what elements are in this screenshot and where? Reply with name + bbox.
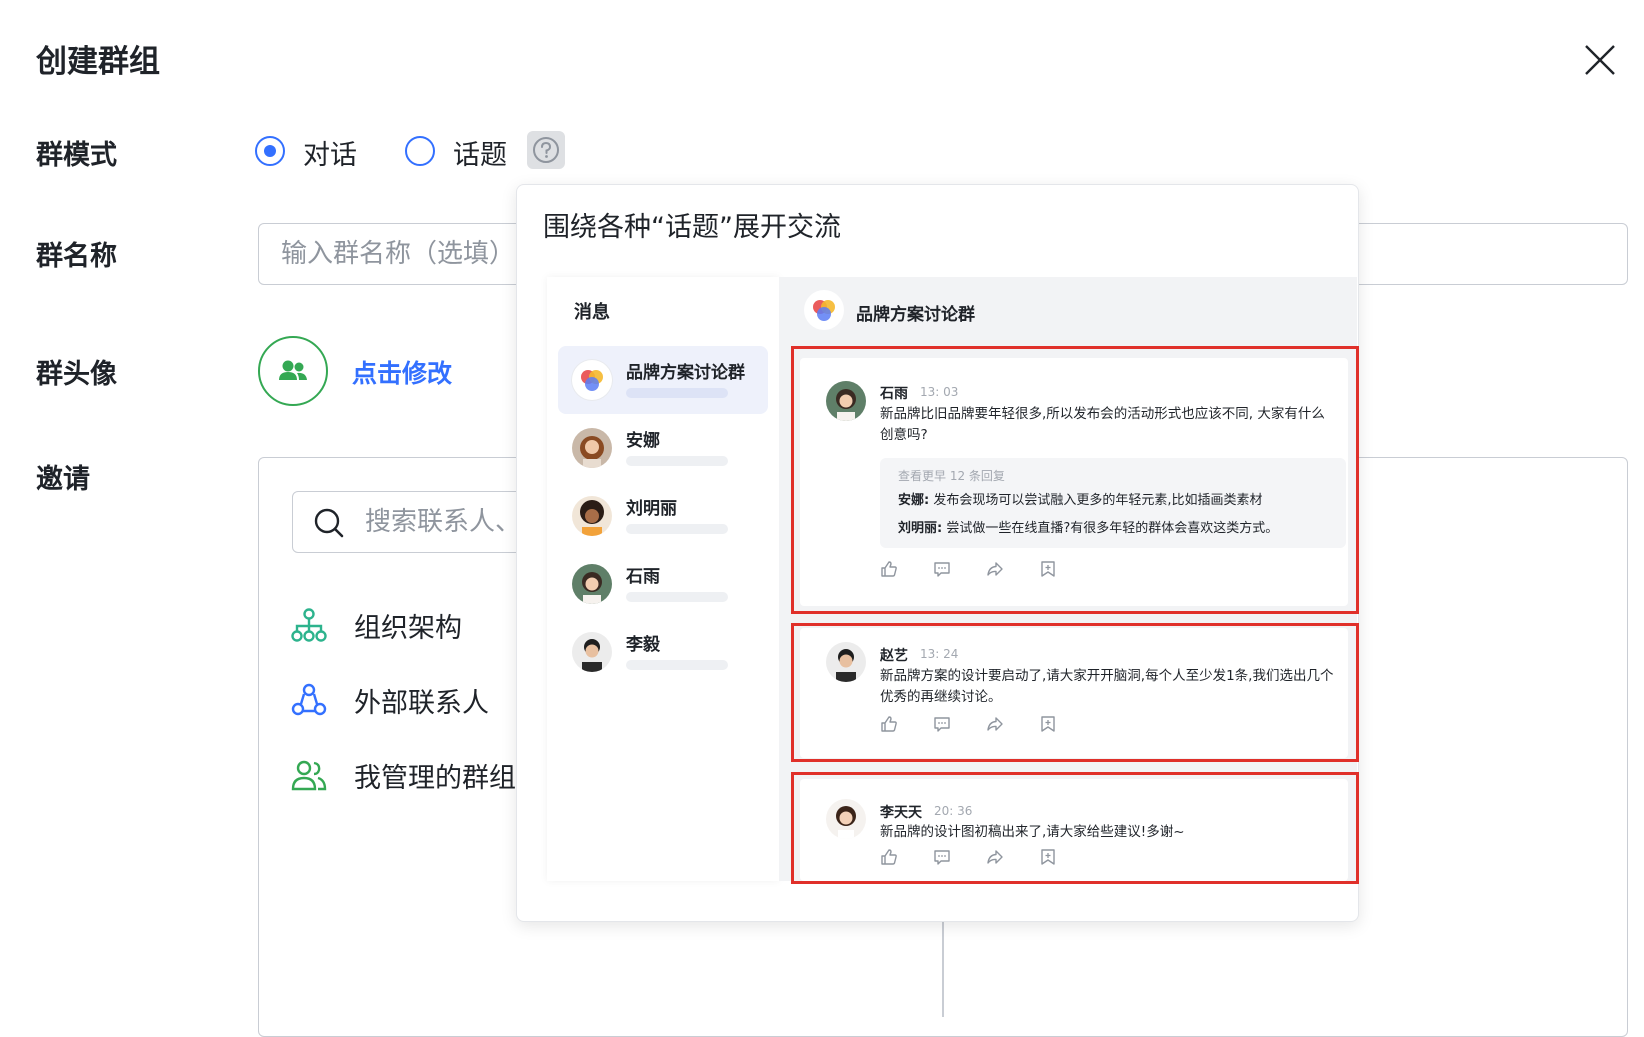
change-avatar-link[interactable]: 点击修改 (352, 354, 452, 390)
category-org-chart[interactable]: 组织架构 (290, 600, 462, 650)
category-external-contacts-label: 外部联系人 (354, 687, 489, 719)
avatar (572, 496, 612, 536)
group-name-label: 群名称 (36, 241, 117, 272)
category-org-chart-label: 组织架构 (354, 612, 462, 644)
tooltip-title: 围绕各种“话题”展开交流 (543, 212, 841, 243)
org-chart-icon (291, 608, 327, 642)
avatar (572, 428, 612, 468)
external-contacts-icon (291, 683, 327, 716)
preview-conversation: 安娜 (558, 414, 768, 482)
radio-topic-mode-label[interactable]: 话题 (453, 133, 507, 172)
group-users-icon (279, 360, 307, 380)
preview-conversation: 刘明丽 (558, 482, 768, 550)
group-avatar-label: 群头像 (36, 359, 117, 390)
category-managed-groups[interactable]: 我管理的群组 (290, 750, 516, 800)
preview-conversation-name: 李毅 (626, 635, 660, 655)
preview-conversation: 李毅 (558, 618, 768, 686)
preview-sidebar-title: 消息 (574, 302, 610, 323)
group-mode-label: 群模式 (36, 140, 117, 171)
highlight-frame (791, 346, 1359, 614)
highlight-frame (791, 623, 1359, 762)
group-avatar[interactable] (258, 336, 328, 406)
radio-topic-mode[interactable] (405, 136, 435, 166)
highlight-frame (791, 772, 1359, 884)
preview-conversation-placeholder (626, 660, 728, 670)
preview-conversation-placeholder (626, 388, 728, 398)
radio-dialog-mode[interactable] (255, 136, 285, 166)
avatar (572, 632, 612, 672)
close-icon[interactable] (1580, 40, 1620, 80)
question-circle-icon (533, 137, 559, 163)
help-button[interactable] (527, 131, 565, 169)
category-managed-groups-label: 我管理的群组 (354, 762, 516, 794)
managed-groups-icon (291, 760, 327, 791)
radio-dialog-mode-label[interactable]: 对话 (303, 133, 357, 172)
preview-conversation-placeholder (626, 592, 728, 602)
group-logo-icon (804, 290, 844, 330)
invite-label: 邀请 (36, 464, 90, 495)
avatar (572, 564, 612, 604)
preview-conversation-name: 品牌方案讨论群 (626, 363, 745, 383)
preview-chat-title: 品牌方案讨论群 (856, 305, 975, 325)
preview-conversation: 石雨 (558, 550, 768, 618)
preview-conversation-name: 安娜 (626, 431, 660, 451)
preview-conversation-placeholder (626, 456, 728, 466)
search-icon (314, 508, 344, 538)
category-external-contacts[interactable]: 外部联系人 (290, 675, 489, 725)
preview-conversation-name: 刘明丽 (626, 499, 677, 519)
dialog-title: 创建群组 (36, 44, 160, 80)
preview-conversation: 品牌方案讨论群 (558, 346, 768, 414)
group-logo-icon (572, 360, 612, 400)
preview-conversation-placeholder (626, 524, 728, 534)
preview-conversation-name: 石雨 (626, 567, 660, 587)
